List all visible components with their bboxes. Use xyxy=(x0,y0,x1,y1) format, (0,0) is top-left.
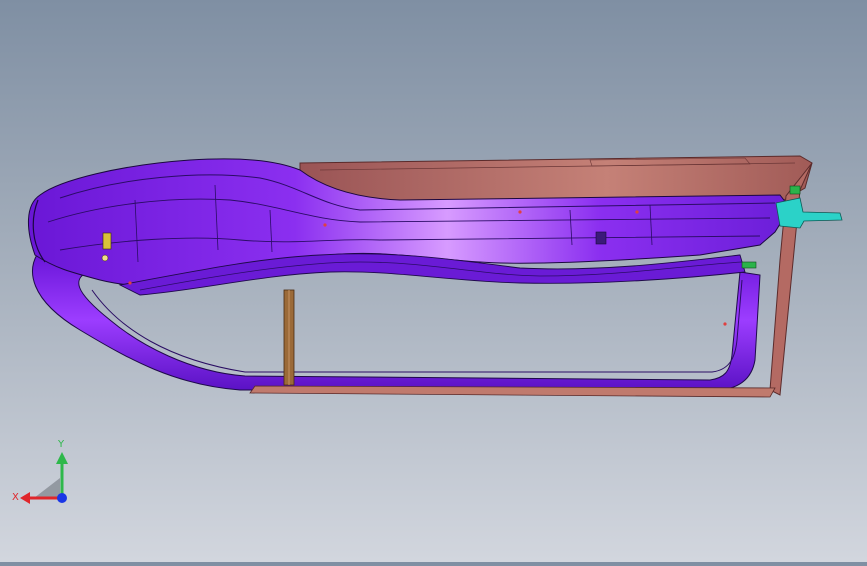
x-axis-label: X xyxy=(12,492,19,503)
hinge-bracket xyxy=(775,197,843,229)
z-axis-icon xyxy=(57,493,67,503)
triad-plane xyxy=(34,478,60,498)
window-frame-bottom-edge xyxy=(249,385,776,398)
y-axis-label: Y xyxy=(58,439,65,450)
door-model-view[interactable] xyxy=(0,0,867,562)
locating-pin xyxy=(128,281,132,285)
hole-feature xyxy=(101,254,109,262)
window-frame-inner-line xyxy=(91,279,743,373)
vent-feature xyxy=(595,231,607,245)
clip-upper xyxy=(789,185,801,195)
locating-pin xyxy=(518,210,522,214)
x-arrow-icon xyxy=(20,492,30,504)
latch-feature xyxy=(102,232,112,250)
locating-pin xyxy=(723,322,727,326)
clip-lower xyxy=(741,261,757,269)
locating-pin xyxy=(635,210,639,214)
3d-graphics-viewport[interactable]: Y X xyxy=(0,0,867,562)
y-arrow-icon xyxy=(56,452,68,464)
locating-pin xyxy=(323,223,327,227)
orientation-triad: Y X xyxy=(12,440,82,510)
